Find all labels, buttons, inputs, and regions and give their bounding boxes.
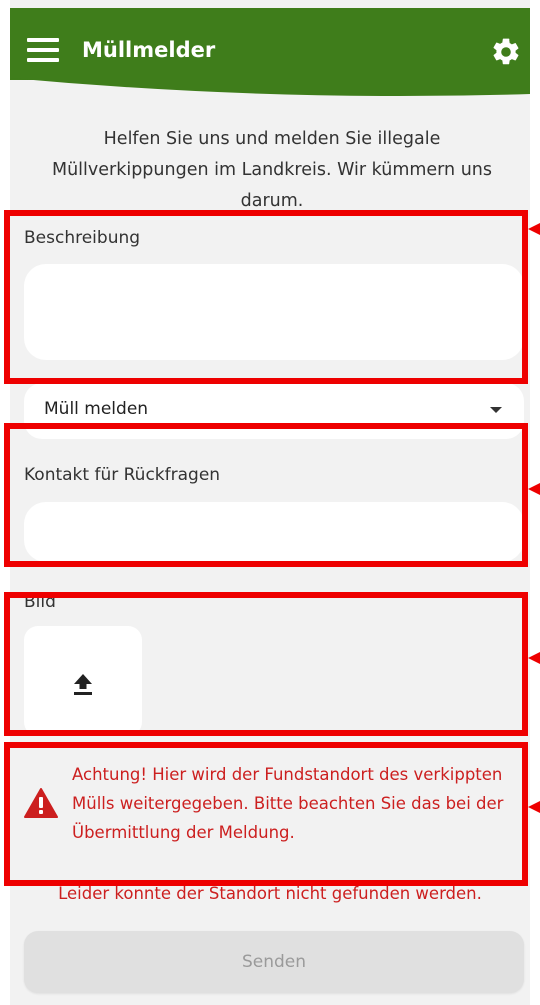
description-label: Beschreibung: [24, 228, 141, 248]
app-screen: Müllmelder Helfen Sie uns und melden Sie…: [10, 0, 530, 1005]
category-select[interactable]: Müll melden: [24, 383, 524, 439]
app-title: Müllmelder: [82, 38, 216, 62]
location-error-text: Leider konnte der Standort nicht gefunde…: [58, 884, 482, 903]
app-header: Müllmelder: [10, 8, 530, 80]
intro-text: Helfen Sie uns und melden Sie illegale M…: [51, 129, 493, 211]
upload-icon: [74, 674, 92, 695]
gear-icon[interactable]: [490, 36, 522, 68]
menu-icon[interactable]: [27, 38, 59, 62]
highlight-arrow-warning: [528, 800, 540, 814]
dropdown-caret-icon: [490, 407, 502, 413]
highlight-arrow-contact: [528, 482, 540, 496]
contact-field[interactable]: [24, 502, 524, 562]
image-upload-button[interactable]: [24, 626, 142, 736]
category-selected-value: Müll melden: [44, 399, 149, 419]
highlight-arrow-image: [528, 651, 540, 665]
location-warning-text: Achtung! Hier wird der Fundstandort des …: [72, 765, 504, 842]
header-curve: [10, 76, 530, 96]
image-label: Bild: [24, 592, 56, 612]
highlight-arrow-description: [528, 222, 540, 236]
description-field[interactable]: [24, 264, 524, 360]
send-button[interactable]: Senden: [24, 931, 524, 993]
warning-icon: [24, 788, 58, 818]
contact-label: Kontakt für Rückfragen: [24, 465, 221, 485]
